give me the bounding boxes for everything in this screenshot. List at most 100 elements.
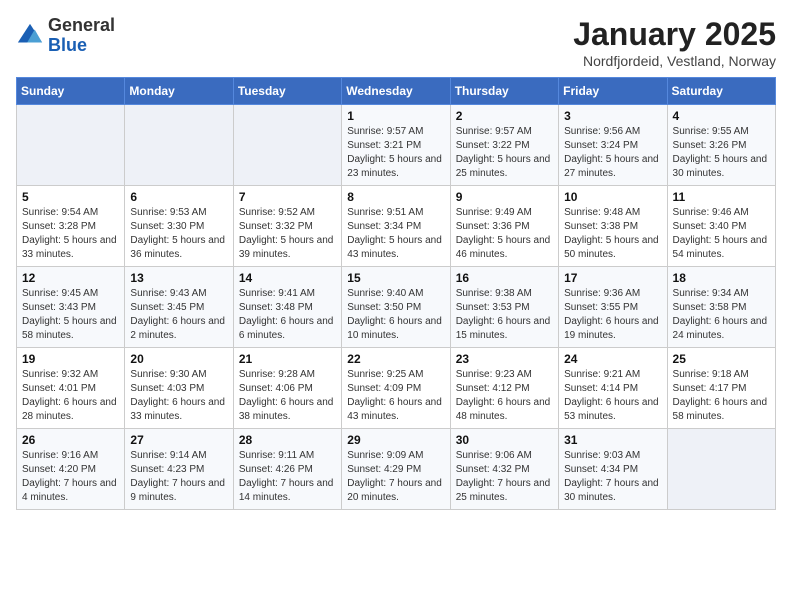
calendar-day-cell xyxy=(233,105,341,186)
day-info: Sunrise: 9:25 AM Sunset: 4:09 PM Dayligh… xyxy=(347,368,444,424)
calendar-day-cell: 9 Sunrise: 9:49 AM Sunset: 3:36 PM Daylig… xyxy=(450,186,558,267)
day-info: Sunrise: 9:16 AM Sunset: 4:20 PM Dayligh… xyxy=(22,449,119,505)
day-info: Sunrise: 9:49 AM Sunset: 3:36 PM Dayligh… xyxy=(456,206,553,262)
calendar-week-row: 1Sunrise: 9:57 AM Sunset: 3:21 PM Daylig… xyxy=(17,105,776,186)
calendar-day-cell: 20 Sunrise: 9:30 AM Sunset: 4:03 PM Dayli… xyxy=(125,348,233,429)
day-number: 7 xyxy=(239,190,336,204)
day-info: Sunrise: 9:45 AM Sunset: 3:43 PM Dayligh… xyxy=(22,287,119,343)
calendar-day-cell: 31Sunrise: 9:03 AM Sunset: 4:34 PM Dayli… xyxy=(559,429,667,510)
day-number: 25 xyxy=(673,352,770,366)
day-info: Sunrise: 9:51 AM Sunset: 3:34 PM Dayligh… xyxy=(347,206,444,262)
day-number: 9 xyxy=(456,190,553,204)
day-number: 16 xyxy=(456,271,553,285)
calendar-day-cell: 1Sunrise: 9:57 AM Sunset: 3:21 PM Daylig… xyxy=(342,105,450,186)
calendar-day-cell xyxy=(125,105,233,186)
calendar-day-cell: 7 Sunrise: 9:52 AM Sunset: 3:32 PM Daylig… xyxy=(233,186,341,267)
day-number: 26 xyxy=(22,433,119,447)
day-number: 14 xyxy=(239,271,336,285)
logo-icon xyxy=(16,22,44,50)
day-info: Sunrise: 9:23 AM Sunset: 4:12 PM Dayligh… xyxy=(456,368,553,424)
day-number: 15 xyxy=(347,271,444,285)
calendar-day-cell: 29 Sunrise: 9:09 AM Sunset: 4:29 PM Dayli… xyxy=(342,429,450,510)
day-number: 27 xyxy=(130,433,227,447)
calendar-day-cell: 18 Sunrise: 9:34 AM Sunset: 3:58 PM Dayli… xyxy=(667,267,775,348)
calendar-table: SundayMondayTuesdayWednesdayThursdayFrid… xyxy=(16,77,776,510)
day-info: Sunrise: 9:21 AM Sunset: 4:14 PM Dayligh… xyxy=(564,368,661,424)
calendar-day-cell: 2Sunrise: 9:57 AM Sunset: 3:22 PM Daylig… xyxy=(450,105,558,186)
day-info: Sunrise: 9:41 AM Sunset: 3:48 PM Dayligh… xyxy=(239,287,336,343)
calendar-day-cell: 22Sunrise: 9:25 AM Sunset: 4:09 PM Dayli… xyxy=(342,348,450,429)
day-number: 21 xyxy=(239,352,336,366)
day-info: Sunrise: 9:14 AM Sunset: 4:23 PM Dayligh… xyxy=(130,449,227,505)
weekday-header-cell: Monday xyxy=(125,78,233,105)
calendar-day-cell: 21 Sunrise: 9:28 AM Sunset: 4:06 PM Dayli… xyxy=(233,348,341,429)
day-number: 5 xyxy=(22,190,119,204)
calendar-day-cell: 6Sunrise: 9:53 AM Sunset: 3:30 PM Daylig… xyxy=(125,186,233,267)
weekday-header-cell: Sunday xyxy=(17,78,125,105)
day-number: 28 xyxy=(239,433,336,447)
day-number: 1 xyxy=(347,109,444,123)
day-number: 13 xyxy=(130,271,227,285)
weekday-header-cell: Tuesday xyxy=(233,78,341,105)
day-number: 24 xyxy=(564,352,661,366)
day-number: 31 xyxy=(564,433,661,447)
calendar-week-row: 5 Sunrise: 9:54 AM Sunset: 3:28 PM Daylig… xyxy=(17,186,776,267)
day-number: 18 xyxy=(673,271,770,285)
calendar-body: 1Sunrise: 9:57 AM Sunset: 3:21 PM Daylig… xyxy=(17,105,776,510)
day-number: 3 xyxy=(564,109,661,123)
day-info: Sunrise: 9:30 AM Sunset: 4:03 PM Dayligh… xyxy=(130,368,227,424)
day-info: Sunrise: 9:40 AM Sunset: 3:50 PM Dayligh… xyxy=(347,287,444,343)
calendar-day-cell: 27 Sunrise: 9:14 AM Sunset: 4:23 PM Dayli… xyxy=(125,429,233,510)
day-info: Sunrise: 9:38 AM Sunset: 3:53 PM Dayligh… xyxy=(456,287,553,343)
calendar-week-row: 26 Sunrise: 9:16 AM Sunset: 4:20 PM Dayli… xyxy=(17,429,776,510)
day-number: 23 xyxy=(456,352,553,366)
calendar-day-cell: 28Sunrise: 9:11 AM Sunset: 4:26 PM Dayli… xyxy=(233,429,341,510)
calendar-day-cell: 19 Sunrise: 9:32 AM Sunset: 4:01 PM Dayli… xyxy=(17,348,125,429)
calendar-week-row: 19 Sunrise: 9:32 AM Sunset: 4:01 PM Dayli… xyxy=(17,348,776,429)
calendar-day-cell: 24 Sunrise: 9:21 AM Sunset: 4:14 PM Dayli… xyxy=(559,348,667,429)
page-header: General Blue January 2025 Nordfjordeid, … xyxy=(16,16,776,69)
day-info: Sunrise: 9:56 AM Sunset: 3:24 PM Dayligh… xyxy=(564,125,661,181)
calendar-day-cell: 4 Sunrise: 9:55 AM Sunset: 3:26 PM Daylig… xyxy=(667,105,775,186)
day-info: Sunrise: 9:28 AM Sunset: 4:06 PM Dayligh… xyxy=(239,368,336,424)
day-info: Sunrise: 9:55 AM Sunset: 3:26 PM Dayligh… xyxy=(673,125,770,181)
calendar-day-cell xyxy=(667,429,775,510)
day-number: 12 xyxy=(22,271,119,285)
calendar-day-cell: 23 Sunrise: 9:23 AM Sunset: 4:12 PM Dayli… xyxy=(450,348,558,429)
calendar-day-cell: 16 Sunrise: 9:38 AM Sunset: 3:53 PM Dayli… xyxy=(450,267,558,348)
day-info: Sunrise: 9:32 AM Sunset: 4:01 PM Dayligh… xyxy=(22,368,119,424)
day-number: 11 xyxy=(673,190,770,204)
day-info: Sunrise: 9:46 AM Sunset: 3:40 PM Dayligh… xyxy=(673,206,770,262)
day-info: Sunrise: 9:52 AM Sunset: 3:32 PM Dayligh… xyxy=(239,206,336,262)
day-info: Sunrise: 9:48 AM Sunset: 3:38 PM Dayligh… xyxy=(564,206,661,262)
day-number: 29 xyxy=(347,433,444,447)
day-number: 6 xyxy=(130,190,227,204)
day-number: 20 xyxy=(130,352,227,366)
calendar-day-cell: 26 Sunrise: 9:16 AM Sunset: 4:20 PM Dayli… xyxy=(17,429,125,510)
location-subtitle: Nordfjordeid, Vestland, Norway xyxy=(573,53,776,69)
day-info: Sunrise: 9:09 AM Sunset: 4:29 PM Dayligh… xyxy=(347,449,444,505)
logo: General Blue xyxy=(16,16,115,56)
weekday-header-cell: Thursday xyxy=(450,78,558,105)
day-number: 17 xyxy=(564,271,661,285)
calendar-day-cell: 25 Sunrise: 9:18 AM Sunset: 4:17 PM Dayli… xyxy=(667,348,775,429)
calendar-day-cell: 3 Sunrise: 9:56 AM Sunset: 3:24 PM Daylig… xyxy=(559,105,667,186)
day-info: Sunrise: 9:18 AM Sunset: 4:17 PM Dayligh… xyxy=(673,368,770,424)
calendar-day-cell: 30Sunrise: 9:06 AM Sunset: 4:32 PM Dayli… xyxy=(450,429,558,510)
day-number: 8 xyxy=(347,190,444,204)
day-number: 10 xyxy=(564,190,661,204)
day-info: Sunrise: 9:34 AM Sunset: 3:58 PM Dayligh… xyxy=(673,287,770,343)
calendar-day-cell: 12 Sunrise: 9:45 AM Sunset: 3:43 PM Dayli… xyxy=(17,267,125,348)
day-number: 2 xyxy=(456,109,553,123)
day-number: 19 xyxy=(22,352,119,366)
day-number: 30 xyxy=(456,433,553,447)
day-info: Sunrise: 9:54 AM Sunset: 3:28 PM Dayligh… xyxy=(22,206,119,262)
weekday-header-cell: Wednesday xyxy=(342,78,450,105)
month-title: January 2025 xyxy=(573,16,776,53)
calendar-day-cell: 13Sunrise: 9:43 AM Sunset: 3:45 PM Dayli… xyxy=(125,267,233,348)
calendar-day-cell: 11 Sunrise: 9:46 AM Sunset: 3:40 PM Dayli… xyxy=(667,186,775,267)
weekday-header-cell: Saturday xyxy=(667,78,775,105)
logo-text: General Blue xyxy=(48,16,115,56)
calendar-day-cell: 14 Sunrise: 9:41 AM Sunset: 3:48 PM Dayli… xyxy=(233,267,341,348)
day-number: 4 xyxy=(673,109,770,123)
